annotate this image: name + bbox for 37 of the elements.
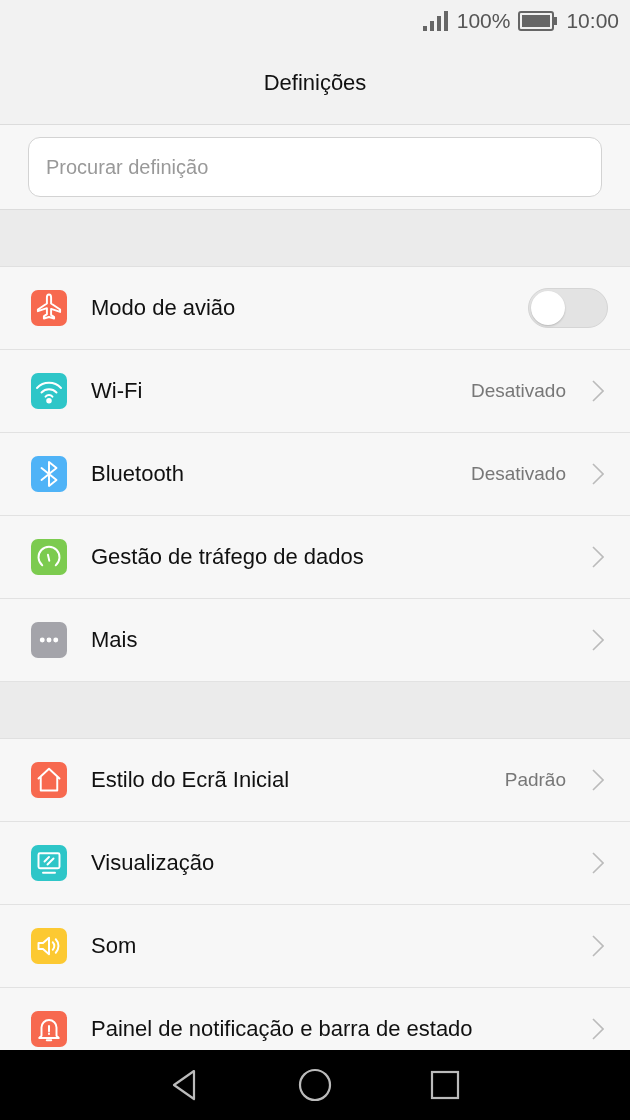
setting-label: Estilo do Ecrã Inicial	[91, 767, 291, 793]
chevron-icon	[592, 852, 604, 874]
setting-label: Painel de notificação e barra de estado	[91, 1016, 474, 1042]
settings-row[interactable]: Modo de avião	[0, 267, 630, 350]
chevron-icon	[592, 546, 604, 568]
clock-time: 10:00	[566, 9, 619, 33]
settings-row[interactable]: Gestão de tráfego de dados	[0, 516, 630, 599]
settings-row[interactable]: Bluetooth Desativado	[0, 433, 630, 516]
setting-value: Desativado	[470, 463, 566, 485]
setting-label: Visualização	[91, 850, 216, 876]
signal-icon	[422, 10, 449, 32]
chevron-icon	[592, 629, 604, 651]
setting-label: Som	[91, 933, 138, 959]
settings-row[interactable]: Som	[0, 905, 630, 988]
toggle-switch[interactable]	[528, 288, 608, 328]
setting-label: Mais	[91, 627, 139, 653]
search-field[interactable]: Procurar definição	[28, 137, 602, 197]
chevron-icon	[592, 935, 604, 957]
settings-row[interactable]: Wi-Fi Desativado	[0, 350, 630, 433]
chevron-icon	[592, 380, 604, 402]
chevron-icon	[592, 463, 604, 485]
setting-value: Desativado	[470, 380, 566, 402]
settings-row[interactable]: Visualização	[0, 822, 630, 905]
chevron-icon	[592, 1018, 604, 1040]
setting-label: Gestão de tráfego de dados	[91, 544, 365, 570]
battery-icon	[518, 11, 559, 31]
home-icon[interactable]	[297, 1067, 333, 1103]
settings-row[interactable]: Painel de notificação e barra de estado	[0, 988, 630, 1050]
setting-label: Modo de avião	[91, 295, 237, 321]
setting-value: Padrão	[504, 769, 566, 791]
chevron-icon	[592, 769, 604, 791]
settings-row[interactable]: Mais	[0, 599, 630, 682]
page-title: Definições	[263, 70, 367, 96]
settings-row[interactable]: Estilo do Ecrã Inicial Padrão	[0, 739, 630, 822]
setting-label: Wi-Fi	[91, 378, 144, 404]
setting-label: Bluetooth	[91, 461, 185, 487]
battery-percent: 100%	[456, 9, 511, 33]
